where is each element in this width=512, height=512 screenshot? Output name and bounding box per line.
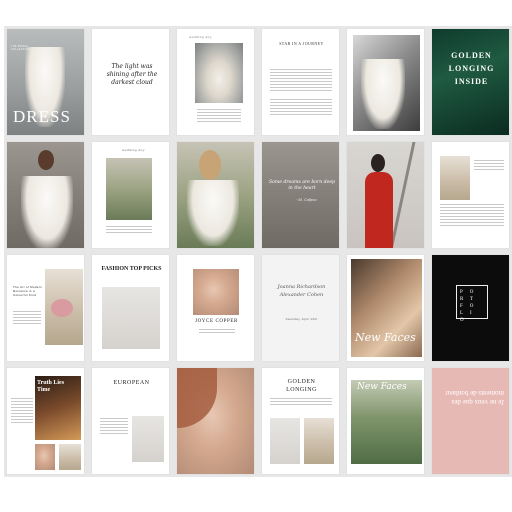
page-bw-couple: [346, 28, 425, 136]
page-invitation: Joanna Richardson Alexander Cohen Saturd…: [261, 254, 340, 362]
page-red-coat: [346, 141, 425, 249]
rose-photo: [193, 269, 239, 315]
small-photo: [35, 444, 55, 470]
page-bride-garden: [176, 141, 255, 249]
stone-texture: [262, 142, 339, 248]
page-golden-longing: GOLDEN LONGING: [261, 367, 340, 475]
fabric-photo: [102, 287, 160, 349]
page-french-quote: Je ne veux que des moments de bonheur: [431, 367, 510, 475]
page-dress-cover: THE BRIDAL COLLECTION DRESS: [6, 28, 85, 136]
page-truth-lies-time: Truth Lies Time: [6, 367, 85, 475]
page-fashion-top-picks: FASHION TOP PICKS: [91, 254, 170, 362]
page-detail-photo: wedding day: [91, 141, 170, 249]
small-photo: [59, 444, 81, 470]
page-portfolio: PORTFOLIO: [431, 254, 510, 362]
layout-grid: THE BRIDAL COLLECTION DRESS The light wa…: [4, 26, 512, 477]
bouquet-photo: [440, 156, 470, 200]
page-new-faces-cover: New Faces: [346, 254, 425, 362]
page-text-bouquet: The Art of Modern Romance is a Colourful…: [6, 254, 85, 362]
invitation-date: Saturday, April 12th: [285, 317, 318, 321]
page-joyce-copper: JOYCE COPPER: [176, 254, 255, 362]
page-bride-bouquet: wedding day: [176, 28, 255, 136]
page-title: EUROPEAN: [113, 380, 150, 386]
rotated-quote: Je ne veux que des moments de bonheur: [445, 389, 504, 406]
bride-photo: [304, 418, 334, 464]
page-title: Truth Lies Time: [37, 380, 65, 393]
page-title: GOLDEN LONGING: [286, 379, 317, 393]
page-title: FASHION TOP PICKS: [101, 266, 162, 272]
cover-script: New Faces: [355, 331, 416, 344]
dress-detail-photo: [106, 158, 152, 220]
text-block: The Art of Modern Romance is a Colourful…: [13, 285, 43, 297]
page-quote-stone: Some dreams are born deep in the heart -…: [261, 141, 340, 249]
page-bride-portrait: [6, 141, 85, 249]
quote-signature: - M. Cofano: [296, 198, 317, 202]
cover-kicker: THE BRIDAL COLLECTION: [11, 45, 30, 51]
bride-photo: [195, 43, 243, 103]
page-header: wedding day: [122, 148, 145, 152]
portfolio-title: PORTFOLIO: [460, 290, 481, 323]
page-european: EUROPEAN: [91, 367, 170, 475]
page-quote-script: The light was shining after the darkest …: [91, 28, 170, 136]
person-name: JOYCE COPPER: [195, 319, 238, 324]
article-photo: [132, 416, 164, 462]
page-header: wedding day: [189, 35, 212, 39]
page-portrait-closeup: [176, 367, 255, 475]
page-new-faces-garden: New Faces: [346, 367, 425, 475]
article-title: STAR IN A JOURNEY: [279, 41, 324, 46]
page-bouquet-article: [431, 141, 510, 249]
bride-photo: [270, 418, 300, 464]
page-article-text: STAR IN A JOURNEY: [261, 28, 340, 136]
script-quote: The light was shining after the darkest …: [106, 63, 158, 86]
garden-photo: [351, 380, 422, 464]
cover-title: DRESS: [13, 107, 71, 126]
cover-script: New Faces: [357, 382, 407, 392]
invitation-names: Joanna Richardson Alexander Cohen: [277, 284, 326, 298]
cover-title: GOLDEN LONGING INSIDE: [448, 51, 495, 86]
page-golden-longing-cover: GOLDEN LONGING INSIDE: [431, 28, 510, 136]
overlay-quote: Some dreams are born deep in the heart: [269, 180, 335, 191]
